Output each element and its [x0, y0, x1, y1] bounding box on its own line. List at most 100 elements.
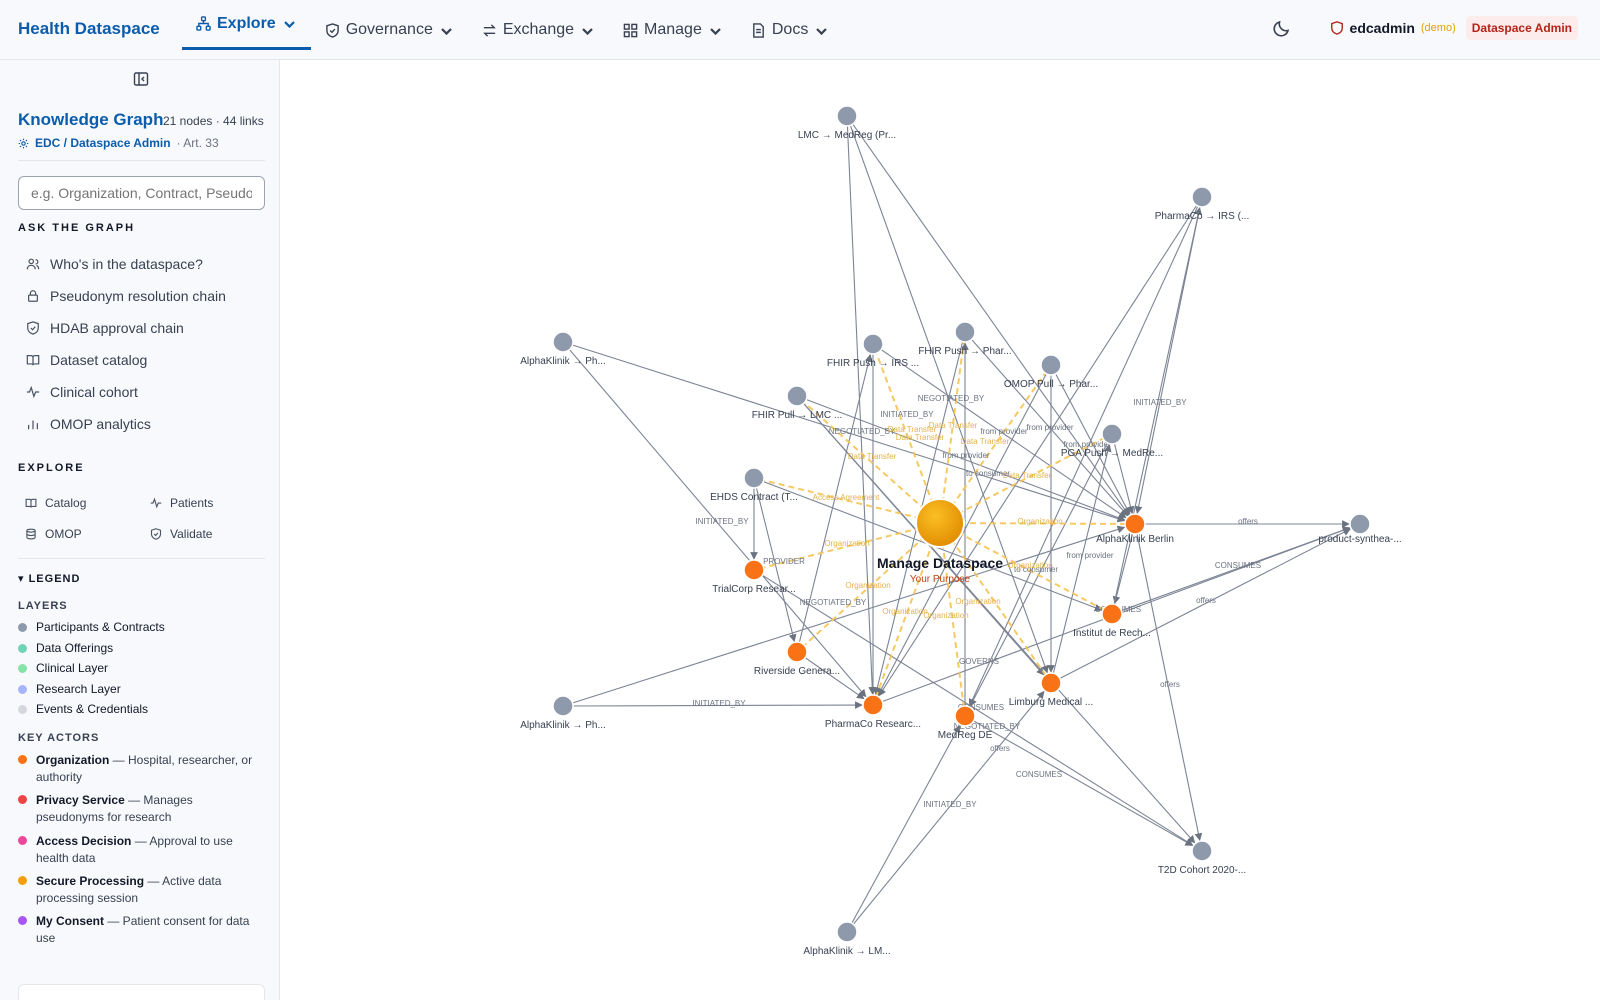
- edge-label: CONSUMES: [1016, 770, 1062, 779]
- book-icon: [25, 498, 37, 508]
- pulse-icon: [150, 497, 162, 509]
- graph-node-inst[interactable]: [1101, 603, 1123, 625]
- graph-node-trial[interactable]: [743, 559, 765, 581]
- graph-node-akph2[interactable]: [552, 695, 574, 717]
- edc-article: · Art. 33: [176, 136, 219, 150]
- page-title: Knowledge Graph: [18, 110, 164, 129]
- sidebar-collapse-icon[interactable]: [133, 71, 149, 87]
- graph-edge: [1050, 443, 1112, 684]
- graph-node-pharma[interactable]: [862, 694, 884, 716]
- purpose-edge-label: Data Transfer: [1003, 471, 1052, 480]
- graph-edge: [796, 395, 1196, 844]
- graph-node-fhirph[interactable]: [954, 321, 976, 343]
- nav-explore[interactable]: Explore: [182, 0, 311, 50]
- graph-node-fhirirs[interactable]: [862, 333, 884, 355]
- ask-item-label: HDAB approval chain: [50, 320, 184, 336]
- bar-chart-icon: [28, 420, 38, 430]
- legend-layer: Events & Credentials: [18, 702, 148, 716]
- graph-node-lmc[interactable]: [836, 105, 858, 127]
- ask-item-omop[interactable]: OMOP analytics: [26, 416, 151, 432]
- graph-search-input[interactable]: [18, 176, 265, 210]
- edc-link[interactable]: EDC / Dataspace Admin: [35, 136, 171, 150]
- graph-node-river[interactable]: [786, 641, 808, 663]
- shield-check-icon: [27, 321, 39, 335]
- legend-layer-label: Clinical Layer: [36, 661, 109, 675]
- graph-node-omop[interactable]: [1040, 354, 1062, 376]
- moon-icon[interactable]: [1272, 18, 1292, 38]
- ask-item-participants[interactable]: Who's in the dataspace?: [26, 256, 203, 272]
- purpose-edge-label: Organization: [824, 539, 869, 548]
- role-badge: Dataspace Admin: [1465, 16, 1578, 40]
- actor-name: Privacy Service: [36, 793, 125, 807]
- nav-manage[interactable]: Manage: [609, 0, 737, 60]
- graph-node-center[interactable]: [915, 498, 965, 548]
- ask-item-cohort[interactable]: Clinical cohort: [26, 384, 138, 400]
- graph-node-label: FHIR Push → IRS ...: [827, 358, 919, 369]
- graph-node-label: Institut de Rech...: [1073, 628, 1151, 639]
- legend-actor: Organization — Hospital, researcher, or …: [18, 752, 263, 786]
- graph-node-aklm[interactable]: [836, 921, 858, 943]
- center-node-sublabel: Your Purpose: [910, 574, 971, 585]
- graph-node-synth[interactable]: [1349, 513, 1371, 535]
- legend-dot: [18, 836, 27, 845]
- legend-layer: Participants & Contracts: [18, 620, 165, 634]
- explore-catalog[interactable]: Catalog: [25, 496, 86, 510]
- ask-item-label: OMOP analytics: [50, 416, 151, 432]
- graph-node-label: FHIR Pull → LMC ...: [752, 410, 843, 421]
- actor-name: My Consent: [36, 914, 105, 928]
- graph-node-pirs[interactable]: [1191, 186, 1213, 208]
- ask-item-label: Dataset catalog: [50, 352, 148, 368]
- graph-node-label: AlphaKlinik → Ph...: [520, 720, 606, 731]
- explore-patients[interactable]: Patients: [150, 496, 213, 510]
- ask-item-pseudonym[interactable]: Pseudonym resolution chain: [26, 288, 226, 304]
- graph-node-limb[interactable]: [1040, 672, 1062, 694]
- purpose-edge-label: Organization: [955, 597, 1000, 606]
- edge-labels: INITIATED_BY NEGOTIATED_BY INITIATED_BY NEG…: [692, 394, 1261, 809]
- knowledge-graph-canvas[interactable]: INITIATED_BY NEGOTIATED_BY INITIATED_BY NEG…: [281, 61, 1600, 1000]
- graph-node-fhirlmc[interactable]: [786, 385, 808, 407]
- ask-item-hdab[interactable]: HDAB approval chain: [26, 320, 184, 336]
- ask-item-catalog[interactable]: Dataset catalog: [26, 352, 147, 368]
- graph-node-akph1[interactable]: [552, 331, 574, 353]
- graph-node-label: MedReg DE: [938, 730, 993, 741]
- edge-label: offers: [1160, 680, 1180, 689]
- nav-governance[interactable]: Governance: [311, 0, 468, 60]
- purpose-edge-label: Organization: [882, 607, 927, 616]
- legend-layer-label: Events & Credentials: [36, 702, 149, 716]
- edc-context: EDC / Dataspace Admin · Art. 33: [18, 136, 219, 150]
- graph-nodes: LMC → MedReg (Pr... PharmaCo → IRS (... Al…: [520, 105, 1402, 957]
- edge-label: NEGOTIATED_BY: [800, 598, 867, 607]
- graph-node-label: AlphaKlinik Berlin: [1096, 534, 1174, 545]
- ask-item-label: Who's in the dataspace?: [50, 256, 203, 272]
- legend-toggle[interactable]: ▾ LEGEND: [18, 572, 80, 585]
- user-menu[interactable]: edcadmin (demo): [1330, 20, 1456, 36]
- explore-omop[interactable]: OMOP: [25, 527, 82, 541]
- nav-manage-label: Manage: [644, 21, 702, 38]
- actor-name: Organization: [36, 753, 110, 767]
- chevron-down-icon: [283, 21, 295, 29]
- nav-docs[interactable]: Docs: [737, 0, 843, 60]
- brand-logo-text[interactable]: Health Dataspace: [18, 19, 160, 39]
- graph-node-pga[interactable]: [1101, 423, 1123, 445]
- graph-node-ehds[interactable]: [743, 467, 765, 489]
- legend-dot: [18, 622, 27, 632]
- users-icon: [26, 258, 40, 270]
- explore-validate[interactable]: Validate: [150, 527, 212, 541]
- graph-node-t2d[interactable]: [1191, 840, 1213, 862]
- purpose-edge-label: Data Transfer: [848, 452, 897, 461]
- document-icon: [752, 22, 764, 38]
- edge-label: INITIATED_BY: [1133, 398, 1187, 407]
- graph-node-label: AlphaKlinik → Ph...: [520, 356, 606, 367]
- chevron-down-icon: [582, 27, 593, 35]
- graph-edge: [846, 115, 877, 695]
- graph-node-label: PharmaCo Researc...: [825, 719, 921, 730]
- legend-layer: Research Layer: [18, 682, 121, 696]
- graph-node-akb[interactable]: [1124, 513, 1146, 535]
- edge-label: from provider: [942, 451, 989, 460]
- purpose-edge-label: Data Transfer: [961, 437, 1010, 446]
- actor-name: Access Decision: [36, 834, 132, 848]
- graph-node-medreg[interactable]: [954, 705, 976, 727]
- nav-exchange[interactable]: Exchange: [468, 0, 609, 60]
- legend-dot: [18, 663, 27, 673]
- edge-label: from provider: [1066, 551, 1113, 560]
